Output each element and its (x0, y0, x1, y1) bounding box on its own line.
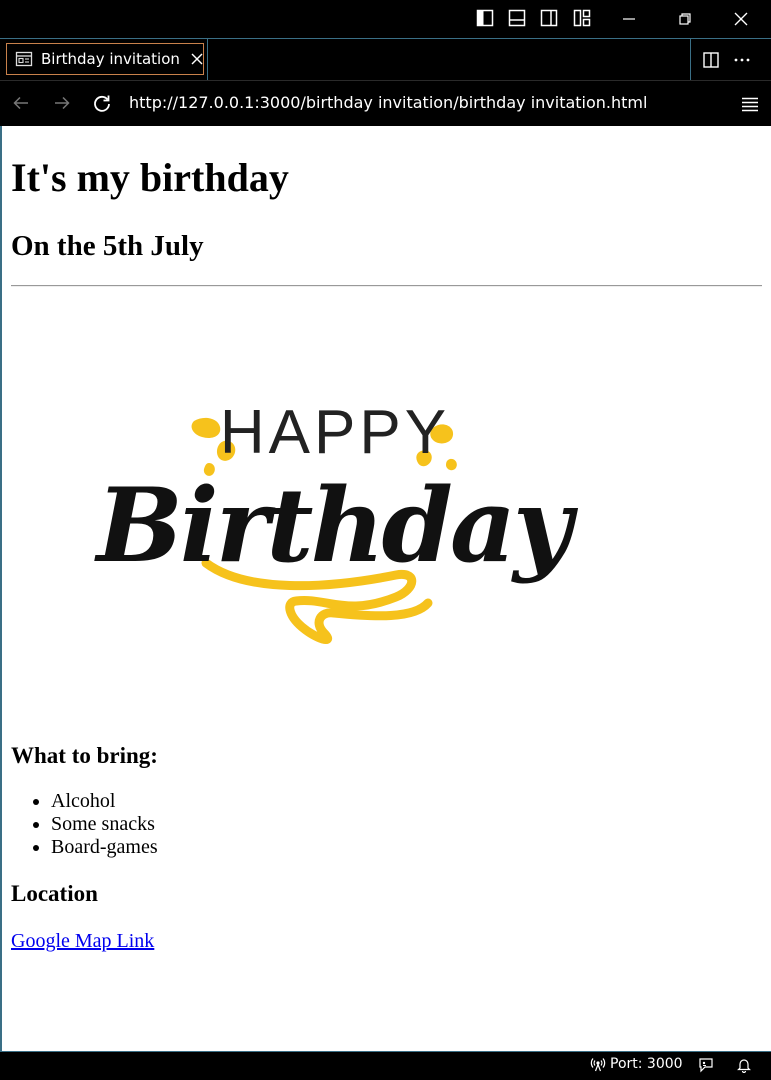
list-item: Alcohol (51, 790, 762, 813)
customize-layout-icon[interactable] (573, 9, 591, 27)
more-actions-icon[interactable] (733, 51, 751, 69)
page-body: It's my birthday On the 5th July HAPPY B… (2, 155, 771, 953)
feedback-icon[interactable] (698, 1057, 714, 1073)
close-icon[interactable] (713, 0, 769, 38)
url-field[interactable]: http://127.0.0.1:3000/birthday invitatio… (129, 93, 647, 112)
divider (11, 285, 762, 287)
bring-list: Alcohol Some snacks Board-games (11, 790, 762, 859)
bring-heading: What to bring: (11, 743, 158, 768)
tab-divider (207, 39, 208, 80)
title-bar (0, 0, 771, 38)
bell-icon[interactable] (736, 1057, 752, 1073)
page-title: It's my birthday (11, 155, 289, 200)
happy-text: HAPPY (220, 398, 450, 467)
restore-icon[interactable] (657, 0, 713, 38)
tab-close-icon[interactable] (190, 52, 204, 66)
back-icon[interactable] (11, 93, 31, 113)
layout-sidebar-left-icon[interactable] (476, 9, 494, 27)
tab-label: Birthday invitation (41, 50, 180, 68)
list-item: Some snacks (51, 813, 762, 836)
location-heading: Location (11, 881, 98, 906)
google-map-link[interactable]: Google Map Link (11, 930, 154, 953)
split-editor-icon[interactable] (702, 51, 720, 69)
status-bar: Port: 3000 (0, 1051, 771, 1080)
layout-sidebar-right-icon[interactable] (540, 9, 558, 27)
tab-strip: Birthday invitation (0, 38, 771, 81)
layout-panel-icon[interactable] (508, 9, 526, 27)
reload-icon[interactable] (92, 93, 112, 113)
menu-icon[interactable] (740, 94, 760, 114)
tab-actions-divider (690, 39, 691, 80)
happy-birthday-image: HAPPY Birthday (11, 301, 611, 728)
preview-icon (15, 50, 33, 68)
port-status[interactable]: Port: 3000 (590, 1056, 683, 1072)
broadcast-icon (590, 1058, 606, 1072)
list-item: Board-games (51, 836, 762, 859)
tab-birthday-invitation[interactable]: Birthday invitation (6, 43, 204, 75)
page-viewport: It's my birthday On the 5th July HAPPY B… (0, 126, 771, 1051)
forward-icon[interactable] (52, 93, 72, 113)
address-bar: http://127.0.0.1:3000/birthday invitatio… (0, 80, 771, 127)
minimize-icon[interactable] (601, 0, 657, 38)
birthday-text: Birthday (94, 466, 579, 586)
page-subtitle: On the 5th July (11, 230, 204, 262)
port-label: Port: 3000 (610, 1056, 683, 1072)
